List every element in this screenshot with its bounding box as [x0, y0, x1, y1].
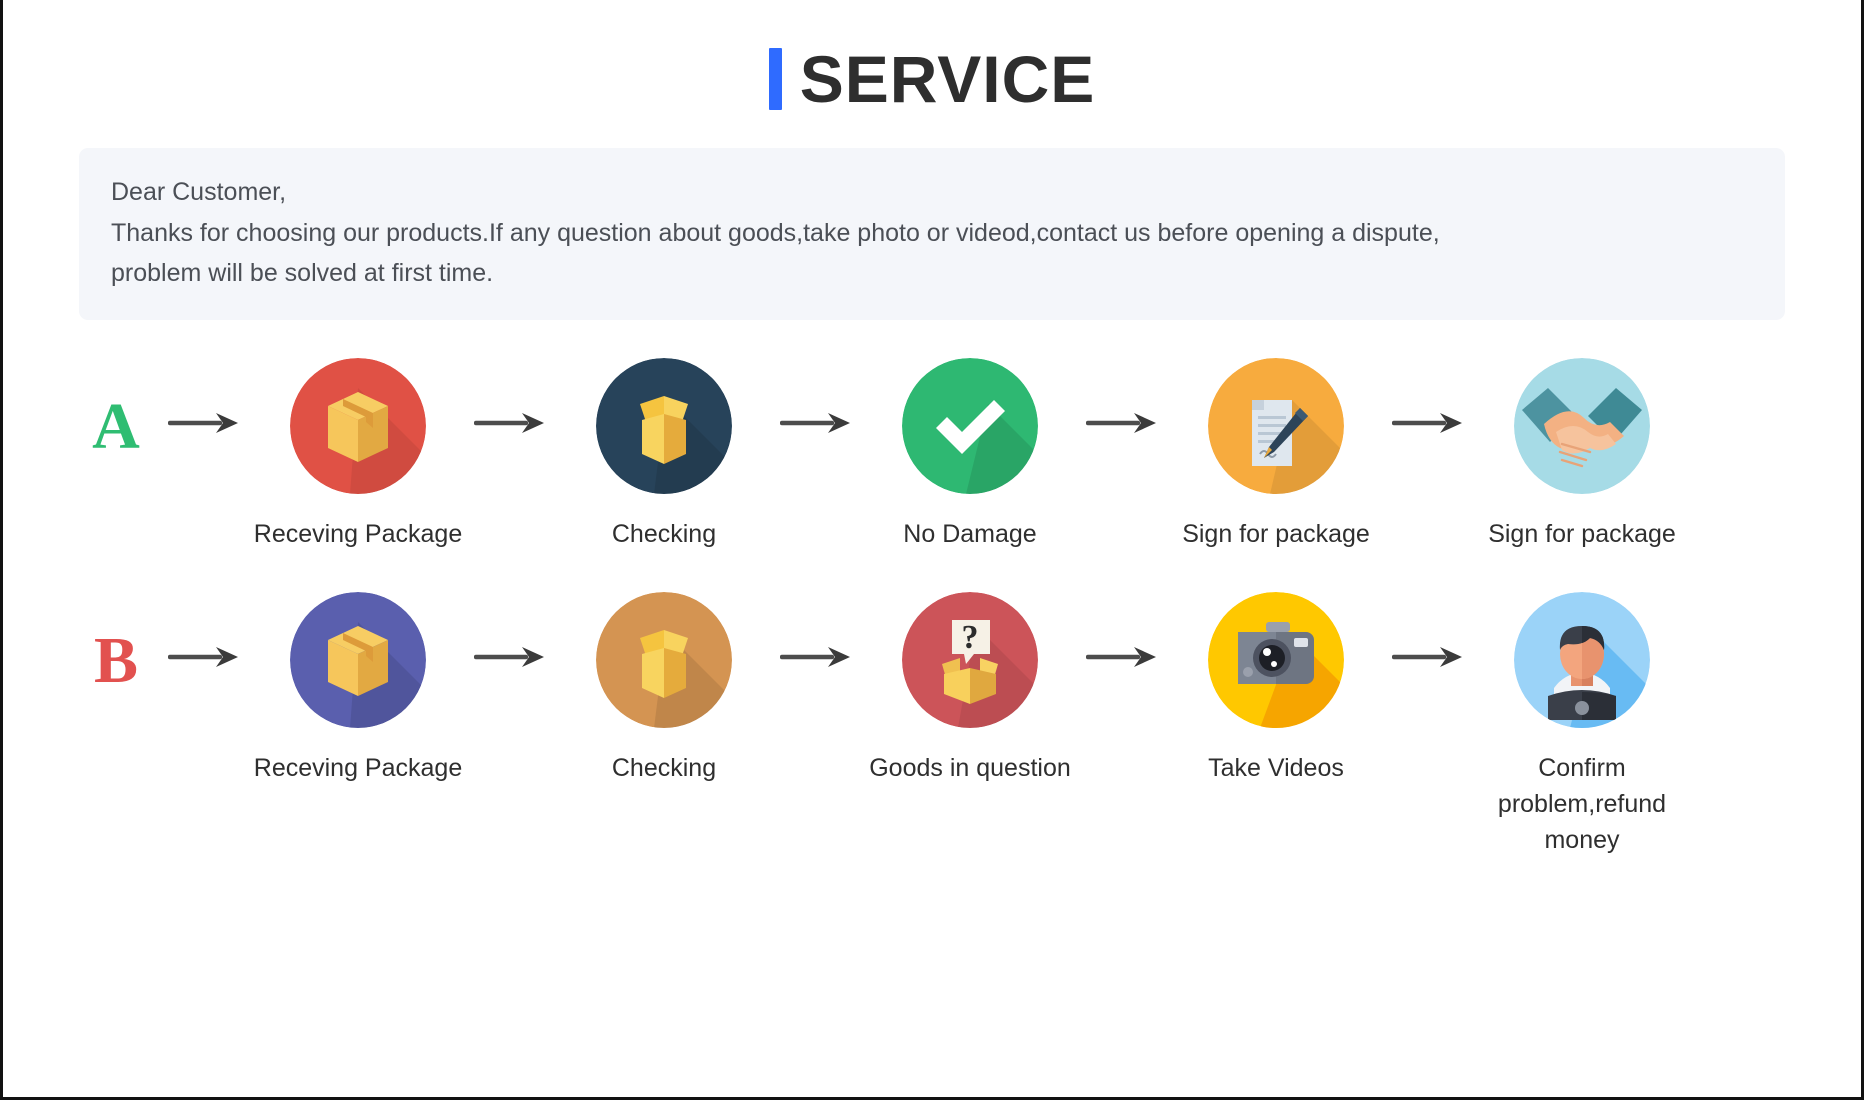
flow-row-a: A Receving Package Checking No Damage Si… — [73, 357, 1791, 552]
closed-box-icon — [290, 357, 426, 494]
arrow-right-icon — [465, 592, 557, 670]
arrow-right-icon — [771, 592, 863, 670]
service-flow: A Receving Package Checking No Damage Si… — [73, 357, 1791, 859]
notice-line-1: Dear Customer, — [111, 178, 287, 206]
flow-step-a-3: No Damage — [863, 357, 1077, 552]
arrow-right-icon — [159, 358, 251, 436]
flow-step-a-4: Sign for package — [1169, 357, 1383, 552]
flow-step-a-3-label: No Damage — [903, 519, 1037, 548]
flow-step-b-3-label: Goods in question — [869, 753, 1071, 782]
flow-step-b-4-label: Take Videos — [1208, 753, 1344, 782]
arrow-right-icon — [1077, 592, 1169, 670]
flow-step-b-2-label: Checking — [611, 753, 717, 782]
notice-line-2: Thanks for choosing our products.If any … — [111, 218, 1440, 247]
handshake-icon — [1514, 357, 1650, 494]
flow-badge-a-letter: A — [92, 389, 140, 463]
question-box-icon: ? — [902, 591, 1038, 728]
flow-step-a-1-label: Receving Package — [253, 519, 463, 548]
closed-box-icon — [290, 591, 426, 728]
flow-step-a-2: Checking — [557, 357, 771, 552]
support-agent-icon — [1514, 591, 1650, 728]
check-mark-icon — [902, 357, 1038, 494]
flow-step-b-2: Checking — [557, 591, 771, 786]
page-title-text: SERVICE — [799, 42, 1096, 116]
flow-step-b-1-label: Receving Package — [253, 753, 463, 782]
service-page: SERVICE Dear Customer, Thanks for choosi… — [0, 0, 1864, 1100]
arrow-right-icon — [771, 358, 863, 436]
arrow-right-icon — [1077, 358, 1169, 436]
arrow-right-icon — [159, 592, 251, 670]
flow-step-a-5-label: Sign for package — [1488, 519, 1676, 548]
flow-step-a-5: Sign for package — [1475, 357, 1689, 552]
flow-step-b-5: Confirm problem,refund money — [1475, 591, 1689, 859]
flow-step-b-1: Receving Package — [251, 591, 465, 786]
camera-icon — [1208, 591, 1344, 728]
flow-badge-b-letter: B — [93, 623, 139, 697]
notice-line-3: problem will be solved at first time. — [111, 259, 494, 287]
title-accent-bar — [768, 48, 782, 110]
flow-row-b: B Receving Package Checking ? Goods in q… — [73, 591, 1791, 859]
arrow-right-icon — [1383, 592, 1475, 670]
flow-step-b-4: Take Videos — [1169, 591, 1383, 786]
svg-text:?: ? — [962, 619, 979, 656]
open-box-icon — [596, 357, 732, 494]
page-title: SERVICE — [3, 0, 1861, 112]
customer-notice: Dear Customer, Thanks for choosing our p… — [79, 148, 1785, 320]
arrow-right-icon — [1383, 358, 1475, 436]
arrow-right-icon — [465, 358, 557, 436]
flow-step-b-5-label: Confirm problem,refund money — [1497, 753, 1667, 855]
open-box-icon — [596, 591, 732, 728]
flow-badge-b: B — [73, 592, 159, 694]
flow-step-a-4-label: Sign for package — [1182, 519, 1370, 548]
flow-badge-a: A — [73, 358, 159, 460]
flow-step-a-2-label: Checking — [611, 519, 717, 548]
flow-step-a-1: Receving Package — [251, 357, 465, 552]
flow-step-b-3: ? Goods in question — [863, 591, 1077, 786]
document-pen-icon — [1208, 357, 1344, 494]
